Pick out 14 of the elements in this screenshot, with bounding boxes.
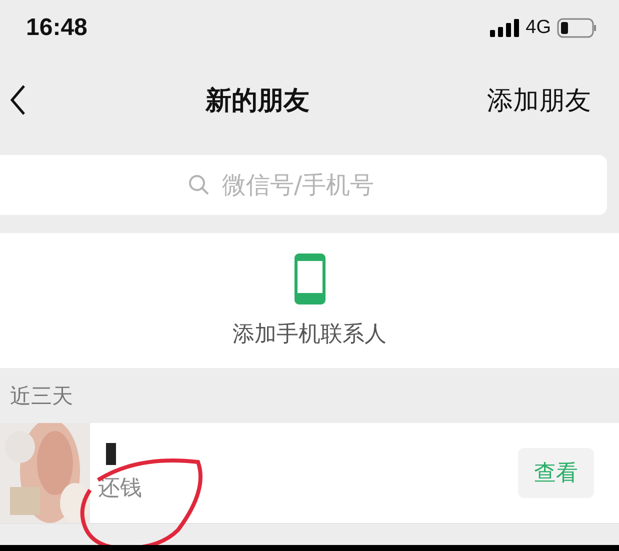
status-time: 16:48 bbox=[26, 14, 88, 42]
request-message: 还钱 bbox=[98, 475, 143, 503]
section-title: 近三天 bbox=[10, 382, 73, 410]
battery-icon bbox=[557, 18, 597, 38]
search-field[interactable]: 微信号/手机号 bbox=[0, 155, 607, 215]
back-button[interactable] bbox=[8, 84, 28, 116]
network-label: 4G bbox=[526, 16, 551, 38]
friend-request-row[interactable]: 还钱 查看 bbox=[0, 423, 619, 524]
page-title: 新的朋友 bbox=[206, 84, 310, 118]
phone-icon bbox=[294, 252, 326, 304]
redaction-mark bbox=[106, 443, 116, 465]
add-contacts-label[interactable]: 添加手机联系人 bbox=[232, 318, 386, 348]
signal-icon bbox=[490, 18, 520, 36]
add-friend-button[interactable]: 添加朋友 bbox=[487, 82, 591, 118]
